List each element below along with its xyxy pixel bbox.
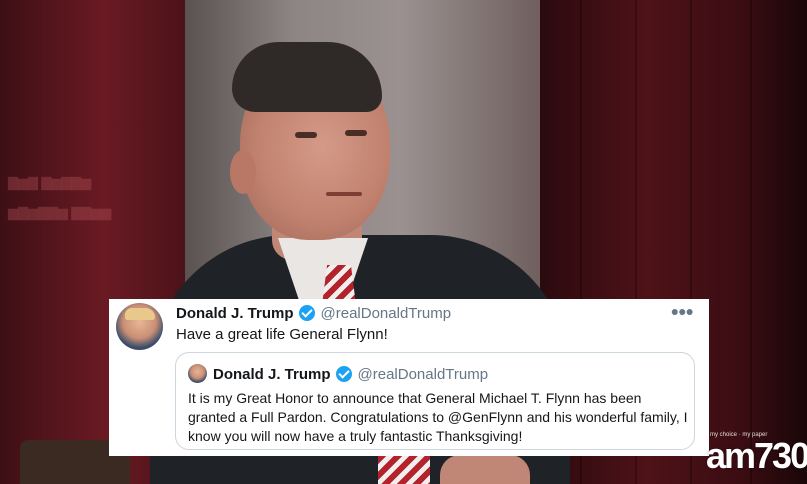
ear — [230, 150, 256, 194]
quoted-user-handle[interactable]: @realDonaldTrump — [358, 366, 489, 383]
quoted-author-row: Donald J. Trump @realDonaldTrump — [213, 364, 488, 384]
news-photo: ▇▆▇ ▇▆▇▇▆ ▆▇▆▇▇▆ ▇▇▆▆ Donald J. Trump @r… — [0, 0, 807, 484]
quoted-tweet-text: It is my Great Honor to announce that Ge… — [188, 390, 688, 444]
verified-badge-icon — [298, 305, 315, 321]
left-eye — [295, 132, 317, 138]
verified-badge-icon — [335, 366, 352, 382]
striped-tie-lower — [378, 456, 430, 484]
user-handle[interactable]: @realDonaldTrump — [321, 305, 452, 322]
quoted-display-name[interactable]: Donald J. Trump — [213, 366, 331, 383]
hand — [440, 455, 530, 484]
logo-wordmark: am730 — [706, 435, 807, 476]
more-options-icon[interactable]: ●●● — [671, 304, 694, 318]
tweet-text: Have a great life General Flynn! — [176, 326, 388, 343]
mouth — [326, 192, 362, 196]
profile-avatar[interactable] — [116, 303, 163, 350]
tweet-card[interactable]: Donald J. Trump @realDonaldTrump ●●● Hav… — [109, 299, 709, 456]
backdrop-lettering: ▆▇▆▇▇▆ ▇▇▆▆ — [8, 205, 112, 220]
am730-logo: my choice · my paper am730 — [706, 430, 807, 484]
quoted-profile-avatar[interactable] — [188, 364, 207, 383]
backdrop-lettering: ▇▆▇ ▇▆▇▇▆ — [8, 175, 92, 190]
hair — [232, 42, 382, 112]
display-name[interactable]: Donald J. Trump — [176, 305, 294, 322]
right-eye — [345, 130, 367, 136]
tweet-author-row: Donald J. Trump @realDonaldTrump — [176, 303, 451, 323]
quoted-tweet[interactable]: Donald J. Trump @realDonaldTrump It is m… — [175, 352, 695, 450]
